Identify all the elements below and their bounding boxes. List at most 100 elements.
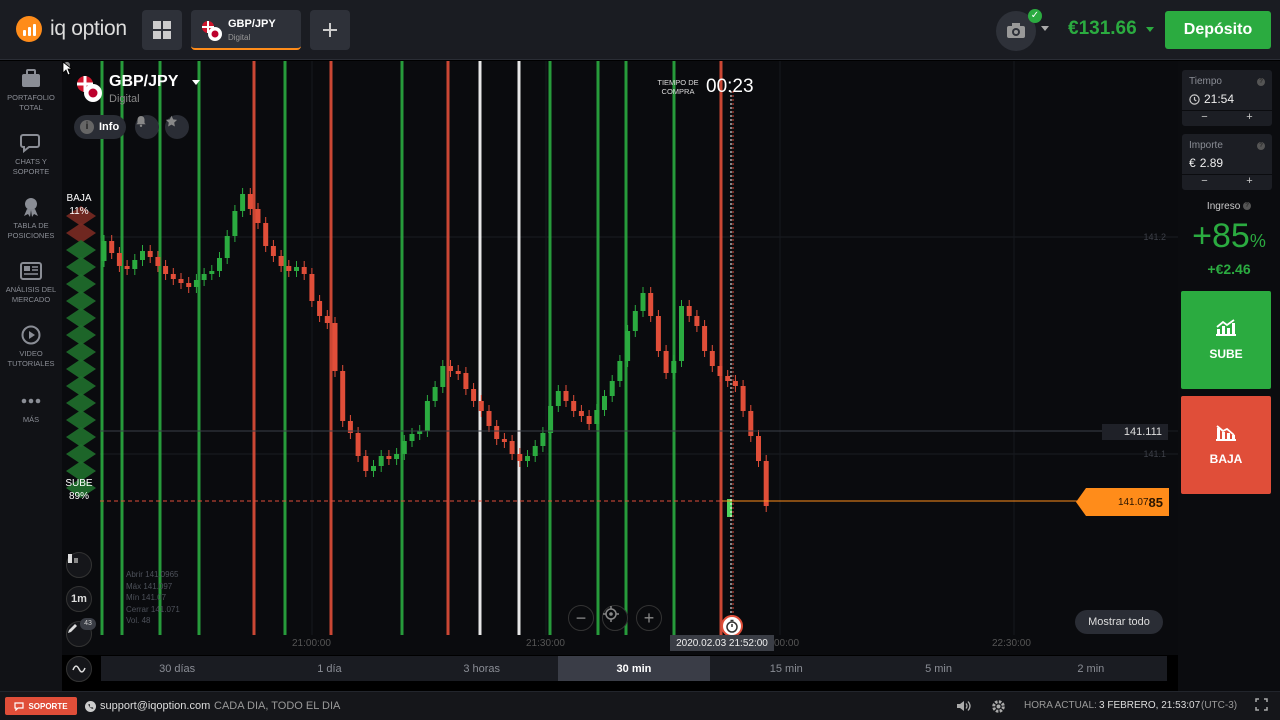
support-email: support@iqoption.com (100, 700, 211, 712)
candle-body (363, 456, 369, 471)
sidebar-item-leaderboard[interactable]: TABLA DE POSICIONES (0, 197, 62, 241)
deposit-button[interactable]: Depósito (1165, 11, 1271, 49)
ohlc-readout: Abrir 141.0965 Máx 141.097 Mín 141.07 Ce… (126, 569, 180, 627)
grid-menu-button[interactable] (142, 10, 182, 50)
zoom-out-button[interactable]: − (568, 605, 594, 631)
chevron-down-icon[interactable] (192, 80, 200, 85)
candle-body (756, 436, 761, 461)
add-asset-button[interactable] (310, 10, 350, 50)
phone-icon (85, 700, 96, 712)
current-timezone: (UTC-3) (1201, 700, 1238, 711)
candle-body (147, 251, 153, 257)
sidebar-item-portfolio[interactable]: PORTAFOLIO TOTAL (0, 69, 62, 113)
support-email-link[interactable]: support@iqoption.com (85, 700, 210, 712)
ohlc-min: Mín 141.07 (126, 593, 167, 602)
expiry-time-box[interactable]: Tiempo ? 21:54 − + (1182, 70, 1272, 126)
alert-button[interactable] (135, 115, 159, 139)
candle-body (563, 391, 569, 401)
sube-button[interactable]: SUBE (1181, 291, 1271, 389)
brand-logo[interactable]: iq option (16, 16, 127, 42)
more-icon (21, 398, 41, 404)
candle-body (494, 426, 500, 439)
zoom-in-button[interactable]: + (636, 605, 662, 631)
gear-icon[interactable] (991, 699, 1006, 714)
candle-body (132, 260, 138, 269)
candle-body (725, 376, 731, 381)
help-icon[interactable]: ? (1243, 202, 1252, 211)
candle-body (424, 401, 430, 431)
timeframe-option[interactable]: 3 horas (406, 656, 558, 681)
candle-body (240, 194, 246, 211)
chart-up-icon (1216, 319, 1236, 336)
sidebar-item-market-analysis[interactable]: ANÁLISIS DEL MERCADO (0, 261, 62, 305)
timeframe-option[interactable]: 30 días (101, 656, 253, 681)
candle-body (740, 386, 746, 411)
timeframe-option-active[interactable]: 30 min (557, 656, 711, 681)
balance-caret-icon[interactable] (1146, 27, 1154, 32)
chart-asset-name: GBP/JPY (109, 73, 179, 90)
candle-body (217, 258, 222, 271)
interval-button[interactable]: 1m (66, 586, 92, 612)
amount-minus-button[interactable]: − (1182, 175, 1227, 188)
current-price-tail: 85 (1148, 494, 1163, 510)
help-icon[interactable]: ? (1257, 78, 1265, 86)
amount-box[interactable]: Importe ? € 2.89 − + (1182, 134, 1272, 190)
candle-body (532, 446, 538, 456)
pencil-icon (68, 624, 77, 633)
play-icon (21, 325, 41, 345)
candle-body (109, 241, 115, 253)
expiry-minus-button[interactable]: − (1182, 111, 1227, 124)
candle-body (378, 456, 384, 466)
chart-type-button[interactable] (66, 552, 92, 578)
candle-body (478, 401, 484, 411)
candle-body (401, 441, 407, 454)
candle-body (555, 391, 561, 406)
timeframe-option[interactable]: 5 min (862, 656, 1014, 681)
sidebar-item-more[interactable]: MÁS (0, 391, 62, 425)
candle-body (548, 406, 554, 433)
indicators-button[interactable] (66, 656, 92, 682)
sube-button-label: SUBE (1209, 347, 1243, 361)
brand-name: iq option (50, 17, 127, 40)
grid-icon (153, 21, 171, 39)
support-button[interactable]: SOPORTE (5, 697, 77, 715)
payout-label: Ingreso (1206, 201, 1241, 212)
balance-display[interactable]: €131.66 (1068, 18, 1137, 40)
sidebar-item-chats[interactable]: CHATS Y SOPORTE (0, 133, 62, 177)
star-icon (165, 115, 178, 127)
amount-label: Importe (1189, 140, 1223, 151)
price-chart[interactable] (62, 61, 1178, 655)
fullscreen-icon[interactable] (1255, 698, 1268, 711)
x-tick-label: 00:00 (774, 638, 800, 649)
amount-value-row[interactable]: € 2.89 (1189, 156, 1223, 170)
sidebar-item-video-tutorials[interactable]: VIDEO TUTORIALES (0, 325, 62, 369)
payout-label-row: Ingreso ? (1178, 201, 1280, 212)
candle-body (186, 283, 192, 287)
show-all-button[interactable]: Mostrar todo (1075, 610, 1163, 634)
help-icon[interactable]: ? (1257, 142, 1265, 150)
timeframe-option[interactable]: 1 día (253, 656, 405, 681)
candle-body (686, 306, 692, 316)
expiry-time-value-row[interactable]: 21:54 (1189, 92, 1234, 106)
ohlc-max: Máx 141.097 (126, 581, 173, 591)
center-chart-button[interactable] (602, 605, 628, 631)
info-button[interactable]: i Info (74, 115, 126, 139)
candle-body (679, 306, 684, 361)
expiry-time-value: 21:54 (1204, 92, 1235, 106)
sidebar-item-label: TABLA DE POSICIONES (7, 221, 55, 240)
amount-plus-button[interactable]: + (1227, 175, 1272, 188)
candle-body (717, 366, 723, 376)
info-label: Info (99, 121, 120, 133)
camera-caret-icon[interactable] (1041, 26, 1049, 31)
volume-icon[interactable] (956, 699, 972, 713)
asset-tab[interactable]: GBP/JPY Digital (191, 10, 301, 50)
ohlc-volume: Vol. 48 (126, 616, 151, 625)
timeframe-option[interactable]: 2 min (1015, 656, 1167, 681)
timeframe-option[interactable]: 15 min (710, 656, 862, 681)
chart-area[interactable]: GBP/JPY Digital i Info TIEMPO DE COMPRA … (62, 61, 1178, 655)
expiry-plus-button[interactable]: + (1227, 111, 1272, 124)
sidebar-item-label: MÁS (22, 415, 40, 424)
favorite-button[interactable] (165, 115, 189, 139)
candle-body (124, 266, 130, 269)
baja-button[interactable]: BAJA (1181, 396, 1271, 494)
